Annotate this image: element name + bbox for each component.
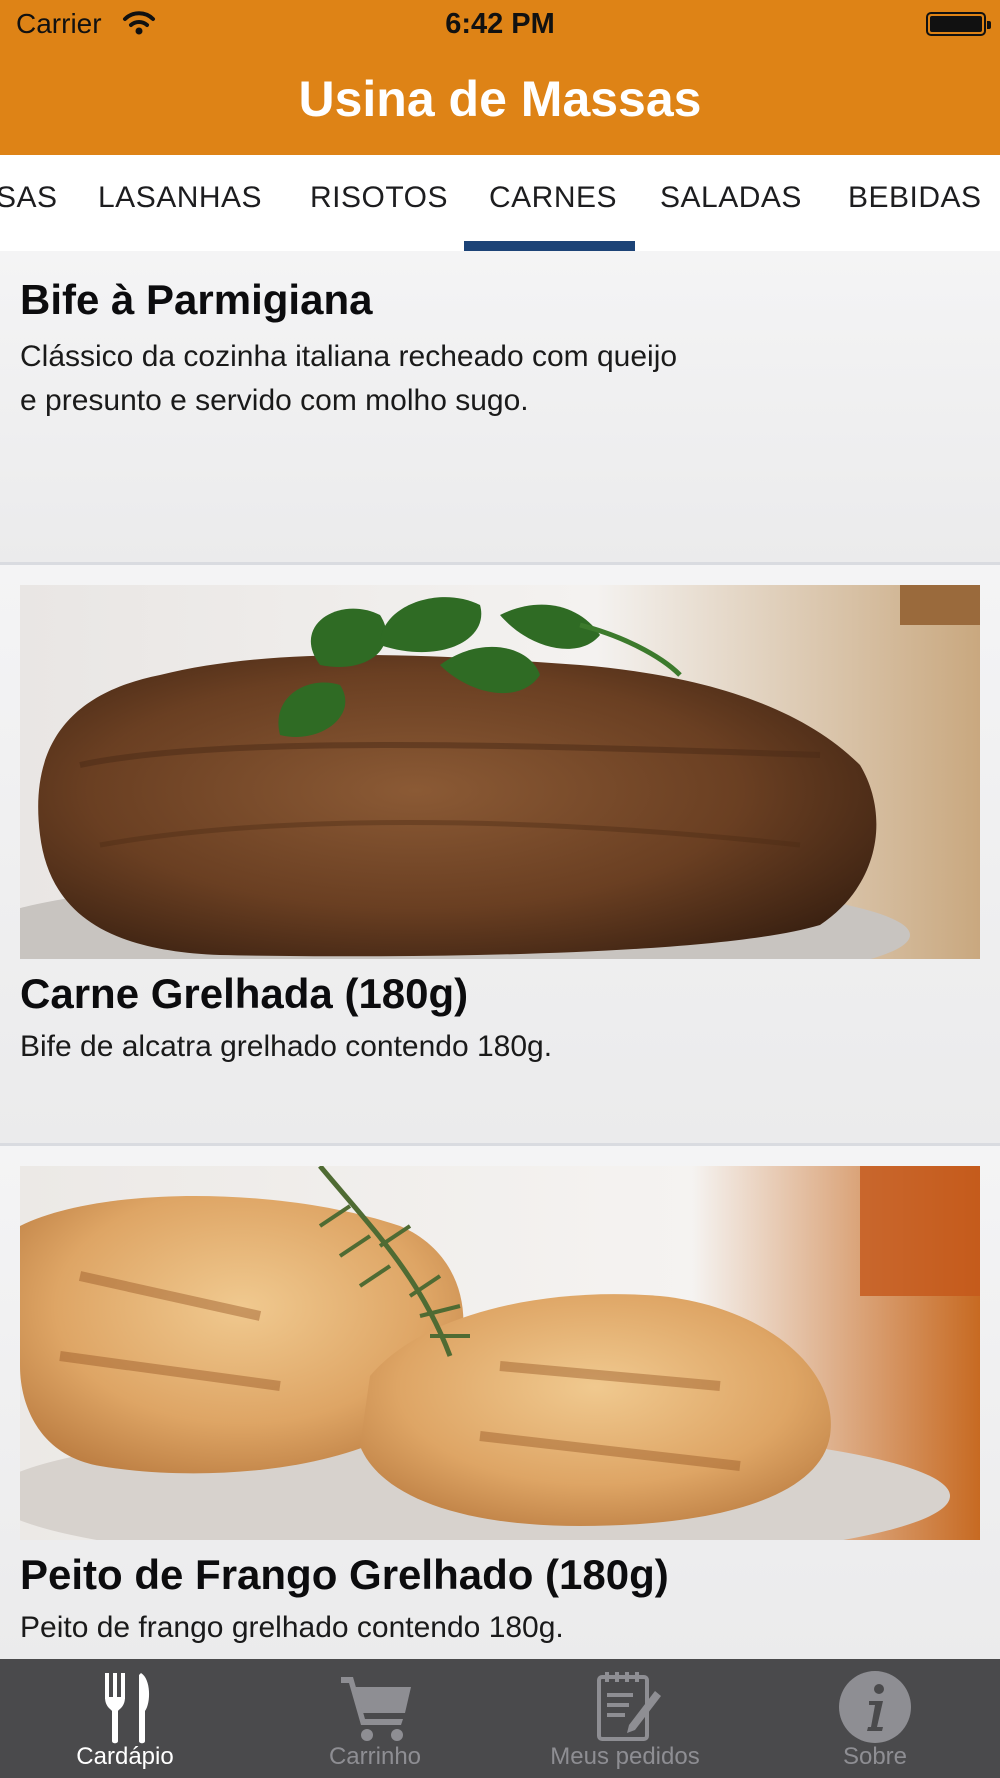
battery-icon — [926, 12, 991, 36]
selected-tab-indicator — [464, 241, 635, 251]
status-bar: Carrier 6:42 PM — [0, 0, 1000, 50]
tab-carrinho[interactable]: Carrinho — [250, 1659, 500, 1778]
tab-meus-pedidos[interactable]: Meus pedidos — [500, 1659, 750, 1778]
tab-label: Carrinho — [328, 1743, 422, 1770]
tab-carnes[interactable]: CARNES — [489, 181, 617, 215]
menu-item-name: Peito de Frango Grelhado (180g) — [20, 1551, 669, 1598]
tab-risotos[interactable]: RISOTOS — [310, 181, 448, 215]
menu-item-name: Carne Grelhada (180g) — [20, 970, 469, 1017]
notepad-pencil-icon — [597, 1672, 661, 1741]
info-icon — [839, 1671, 911, 1743]
tab-label: Meus pedidos — [550, 1743, 700, 1770]
category-tabs: SAS LASANHAS RISOTOS CARNES SALADAS BEBI… — [0, 155, 1000, 251]
app-title: Usina de Massas — [298, 71, 702, 127]
tab-lasanhas[interactable]: LASANHAS — [98, 181, 262, 215]
grilled-steak-photo — [20, 585, 980, 959]
menu-item-description: Clássico da cozinha italiana recheado co… — [20, 335, 677, 423]
grilled-chicken-photo — [20, 1166, 980, 1540]
menu-item-card[interactable]: Bife à Parmigiana Clássico da cozinha it… — [0, 251, 1000, 565]
tab-label: Cardápio — [76, 1743, 174, 1770]
tab-saladas[interactable]: SALADAS — [660, 181, 802, 215]
menu-item-description: Bife de alcatra grelhado contendo 180g. — [20, 1030, 553, 1063]
tab-massas[interactable]: SAS — [0, 181, 58, 215]
cart-icon — [341, 1677, 411, 1741]
app-header: Carrier 6:42 PM Usina de Massas — [0, 0, 1000, 155]
description-line: Clássico da cozinha italiana recheado co… — [20, 340, 678, 373]
fork-knife-icon — [105, 1673, 150, 1744]
menu-item-description: Peito de frango grelhado contendo 180g. — [20, 1611, 564, 1644]
menu-item-name: Bife à Parmigiana — [20, 276, 373, 323]
tab-bebidas[interactable]: BEBIDAS — [848, 181, 982, 215]
description-line: e presunto e servido com molho sugo. — [20, 384, 529, 417]
menu-item-card[interactable]: Carne Grelhada (180g) Bife de alcatra gr… — [0, 565, 1000, 1146]
tab-label: Sobre — [842, 1743, 908, 1770]
tab-sobre[interactable]: Sobre — [750, 1659, 1000, 1778]
tab-cardapio[interactable]: Cardápio — [0, 1659, 250, 1778]
clock: 6:42 PM — [445, 8, 555, 40]
menu-item-card[interactable]: Peito de Frango Grelhado (180g) Peito de… — [0, 1146, 1000, 1666]
bottom-tab-bar: Cardápio Carrinho Meus pedidos Sobre — [0, 1659, 1000, 1778]
